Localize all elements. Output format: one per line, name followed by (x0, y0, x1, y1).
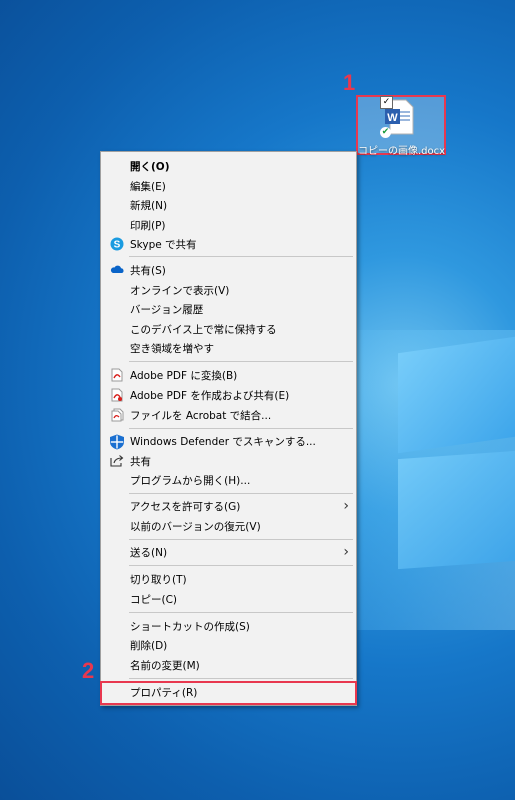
menu-item-label: 新規(N) (130, 200, 168, 212)
menu-item-label: このデバイス上で常に保持する (130, 324, 277, 336)
menu-item-label: ショートカットの作成(S) (130, 621, 250, 633)
menu-item-open[interactable]: 開く(O) (102, 157, 355, 177)
menu-item-new[interactable]: 新規(N) (102, 196, 355, 216)
menu-separator (129, 493, 353, 494)
menu-separator (129, 612, 353, 613)
menu-separator (129, 565, 353, 566)
step-badge-2: 2 (82, 658, 95, 683)
menu-item-label: Adobe PDF を作成および共有(E) (130, 390, 290, 402)
menu-separator (129, 539, 353, 540)
menu-item-keep-on-device[interactable]: このデバイス上で常に保持する (102, 320, 355, 340)
menu-item-label: Adobe PDF に変換(B) (130, 370, 238, 382)
menu-item-create-shortcut[interactable]: ショートカットの作成(S) (102, 617, 355, 637)
menu-separator (129, 361, 353, 362)
wallpaper-window-pane (398, 450, 515, 570)
menu-item-pdf-convert[interactable]: Adobe PDF に変換(B) (102, 366, 355, 386)
menu-item-label: プログラムから開く(H)... (130, 475, 251, 487)
desktop-file-label: コピーの画像.docx (358, 146, 446, 157)
menu-item-rename[interactable]: 名前の変更(M) (102, 656, 355, 676)
menu-item-acrobat-combine[interactable]: ファイルを Acrobat で結合... (102, 406, 355, 426)
checkbox-checked-icon[interactable]: ✓ (380, 96, 393, 109)
wallpaper-window-pane (398, 336, 515, 454)
windows-defender-shield-icon (109, 434, 125, 450)
menu-item-label: 送る(N) (130, 547, 168, 559)
menu-separator (129, 256, 353, 257)
menu-item-label: 空き領域を増やす (130, 343, 214, 355)
menu-item-pdf-share[interactable]: Adobe PDF を作成および共有(E) (102, 386, 355, 406)
menu-item-label: コピー(C) (130, 594, 178, 606)
step-badge-1: 1 (343, 70, 356, 95)
menu-item-label: ファイルを Acrobat で結合... (130, 410, 272, 422)
menu-item-share-onedrive[interactable]: 共有(S) (102, 261, 355, 281)
menu-item-cut[interactable]: 切り取り(T) (102, 570, 355, 590)
menu-item-edit[interactable]: 編集(E) (102, 177, 355, 197)
submenu-chevron-icon: › (343, 544, 349, 560)
menu-item-label: 以前のバージョンの復元(V) (130, 521, 261, 533)
menu-item-label: オンラインで表示(V) (130, 285, 230, 297)
svg-text:S: S (114, 240, 121, 251)
menu-item-label: 編集(E) (130, 181, 166, 193)
menu-item-label: Windows Defender でスキャンする... (130, 436, 316, 448)
share-icon (109, 454, 125, 470)
menu-item-print[interactable]: 印刷(P) (102, 216, 355, 236)
menu-item-delete[interactable]: 削除(D) (102, 636, 355, 656)
menu-item-give-access[interactable]: アクセスを許可する(G) › (102, 497, 355, 517)
desktop-file-icon[interactable]: W ✓ ✔ コピーの画像.docx (356, 95, 446, 157)
menu-item-skype[interactable]: S Skype で共有 (102, 235, 355, 255)
menu-item-label: 開く(O) (130, 161, 170, 173)
menu-item-label: アクセスを許可する(G) (130, 501, 241, 513)
submenu-chevron-icon: › (343, 498, 349, 514)
menu-item-label: 印刷(P) (130, 220, 166, 232)
menu-separator (129, 678, 353, 679)
menu-item-view-online[interactable]: オンラインで表示(V) (102, 281, 355, 301)
menu-item-defender-scan[interactable]: Windows Defender でスキャンする... (102, 432, 355, 452)
adobe-pdf-icon (109, 368, 125, 384)
menu-item-label: 名前の変更(M) (130, 660, 200, 672)
menu-item-label: Skype で共有 (130, 239, 197, 251)
menu-item-send-to[interactable]: 送る(N) › (102, 543, 355, 563)
menu-item-version-history[interactable]: バージョン履歴 (102, 300, 355, 320)
menu-item-label: 切り取り(T) (130, 574, 187, 586)
onedrive-cloud-icon (109, 263, 125, 279)
context-menu: 開く(O) 編集(E) 新規(N) 印刷(P) S Skype で共有 共有(S… (100, 151, 357, 706)
menu-item-copy[interactable]: コピー(C) (102, 590, 355, 610)
acrobat-combine-icon (109, 408, 125, 424)
skype-icon: S (109, 237, 125, 253)
adobe-pdf-share-icon (109, 388, 125, 404)
sync-status-icon: ✔ (380, 127, 391, 138)
menu-item-free-space[interactable]: 空き領域を増やす (102, 339, 355, 359)
menu-item-label: 共有 (130, 456, 151, 468)
menu-item-label: バージョン履歴 (130, 304, 204, 316)
menu-separator (129, 428, 353, 429)
menu-item-label: 共有(S) (130, 265, 166, 277)
properties-highlight-box (100, 681, 357, 705)
menu-item-open-with[interactable]: プログラムから開く(H)... (102, 471, 355, 491)
menu-item-restore-versions[interactable]: 以前のバージョンの復元(V) (102, 517, 355, 537)
menu-item-share[interactable]: 共有 (102, 452, 355, 472)
menu-item-label: 削除(D) (130, 640, 168, 652)
word-letter: W (387, 112, 398, 124)
